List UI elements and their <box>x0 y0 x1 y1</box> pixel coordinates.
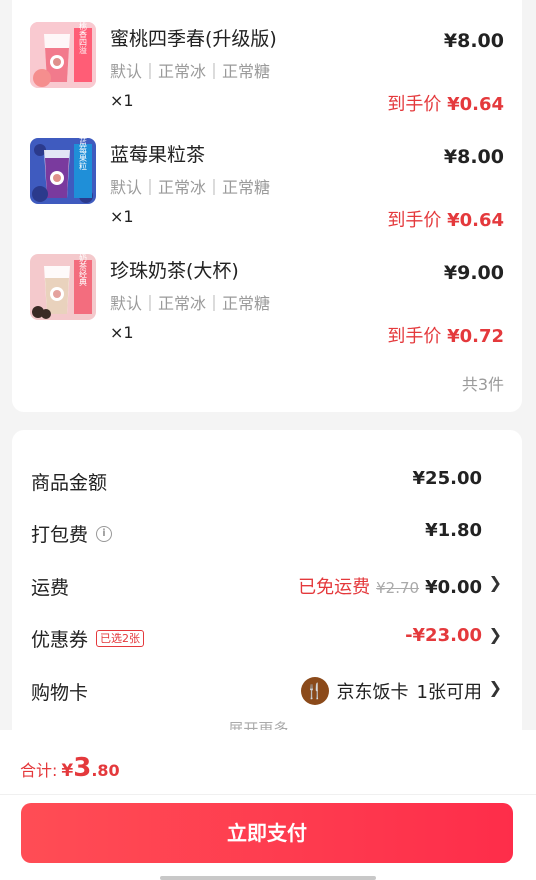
total-label: 合计: <box>20 761 58 780</box>
item-price: ¥8.00 <box>443 146 504 168</box>
item-spec: 默认｜正常冰｜正常糖 <box>110 62 271 81</box>
item-spec: 默认｜正常冰｜正常糖 <box>110 294 271 313</box>
home-indicator[interactable] <box>160 876 376 880</box>
product-thumbnail: 蓝莓果粒 <box>30 138 96 204</box>
order-total: 合计: ¥3.80 <box>20 753 120 783</box>
card-available-count: 1张可用 <box>416 682 482 703</box>
coupon-row[interactable]: 优惠券 已选2张 -¥23.00 ❯ <box>12 599 522 651</box>
coupon-label: 优惠券 <box>31 629 89 651</box>
fee-summary-card: 商品金额 ¥25.00 打包费 i ¥1.80 运费 已免运费 ¥2.70 ¥0.00… <box>12 430 522 750</box>
info-icon[interactable]: i <box>96 525 113 542</box>
divider <box>0 794 536 795</box>
goods-amount-value: ¥25.00 <box>412 468 482 489</box>
final-price-label: 到手价 <box>387 210 448 231</box>
original-shipping-fee: ¥2.70 <box>376 579 420 597</box>
final-price-label: 到手价 <box>387 94 448 115</box>
item-price: ¥8.00 <box>443 30 504 52</box>
item-name: 蜜桃四季春(升级版) <box>110 28 277 50</box>
coupon-discount-value: -¥23.00 <box>405 625 482 646</box>
thumb-label: 桃香四溢 <box>79 22 88 54</box>
item-name: 珍珠奶茶(大杯) <box>110 260 239 282</box>
item-final-price: 到手价 ¥0.72 <box>387 322 504 348</box>
goods-amount-row: 商品金额 ¥25.00 <box>12 442 522 494</box>
card-name: 京东饭卡 <box>336 682 409 703</box>
packing-fee-row: 打包费 i ¥1.80 <box>12 494 522 546</box>
gift-card-label: 购物卡 <box>31 682 89 704</box>
item-final-price: 到手价 ¥0.64 <box>387 206 504 232</box>
product-thumbnail: 桃香四溢 <box>30 22 96 88</box>
total-integer: 3 <box>73 753 92 783</box>
total-item-count: 共3件 <box>461 375 504 394</box>
total-decimal: .80 <box>91 761 120 780</box>
chevron-right-icon: ❯ <box>488 678 502 697</box>
goods-amount-label: 商品金额 <box>31 472 108 494</box>
item-quantity: ×1 <box>110 323 134 342</box>
coupon-selected-badge: 已选2张 <box>96 630 145 647</box>
fork-spoon-icon: 🍴 <box>300 677 329 705</box>
chevron-right-icon: ❯ <box>488 573 502 592</box>
item-spec: 默认｜正常冰｜正常糖 <box>110 178 271 197</box>
item-name: 蓝莓果粒茶 <box>110 144 206 166</box>
shipping-fee-row[interactable]: 运费 已免运费 ¥2.70 ¥0.00 ❯ <box>12 547 522 599</box>
packing-fee-value: ¥1.80 <box>425 520 482 541</box>
product-thumbnail: 奶茶经典 <box>30 254 96 320</box>
free-shipping-text: 已免运费 <box>298 577 371 598</box>
order-item[interactable]: 蓝莓果粒 蓝莓果粒茶 默认｜正常冰｜正常糖 ×1 ¥8.00 到手价 ¥0.64 <box>12 116 522 232</box>
order-item[interactable]: 奶茶经典 珍珠奶茶(大杯) 默认｜正常冰｜正常糖 ×1 ¥9.00 到手价 ¥0… <box>12 232 522 348</box>
packing-fee-label: 打包费 <box>31 524 89 546</box>
final-price-value: ¥0.72 <box>447 326 504 347</box>
final-price-value: ¥0.64 <box>447 94 504 115</box>
item-quantity: ×1 <box>110 91 134 110</box>
pay-now-button[interactable]: 立即支付 <box>21 803 513 863</box>
gift-card-row[interactable]: 购物卡 🍴 京东饭卡 1张可用 ❯ <box>12 652 522 705</box>
checkout-bar: 合计: ¥3.80 立即支付 <box>0 730 536 880</box>
final-price-value: ¥0.64 <box>447 210 504 231</box>
thumb-label: 奶茶经典 <box>79 254 88 287</box>
order-items-card: 桃香四溢 蜜桃四季春(升级版) 默认｜正常冰｜正常糖 ×1 ¥8.00 到手价 … <box>12 0 522 412</box>
shipping-fee-label: 运费 <box>31 577 70 599</box>
item-final-price: 到手价 ¥0.64 <box>387 90 504 116</box>
currency-symbol: ¥ <box>61 761 74 781</box>
item-price: ¥9.00 <box>443 262 504 284</box>
order-item[interactable]: 桃香四溢 蜜桃四季春(升级版) 默认｜正常冰｜正常糖 ×1 ¥8.00 到手价 … <box>12 0 522 116</box>
shipping-fee-value: ¥0.00 <box>425 577 482 598</box>
thumb-label: 蓝莓果粒 <box>79 138 88 171</box>
chevron-right-icon: ❯ <box>488 625 502 644</box>
item-quantity: ×1 <box>110 207 134 226</box>
final-price-label: 到手价 <box>387 326 448 347</box>
